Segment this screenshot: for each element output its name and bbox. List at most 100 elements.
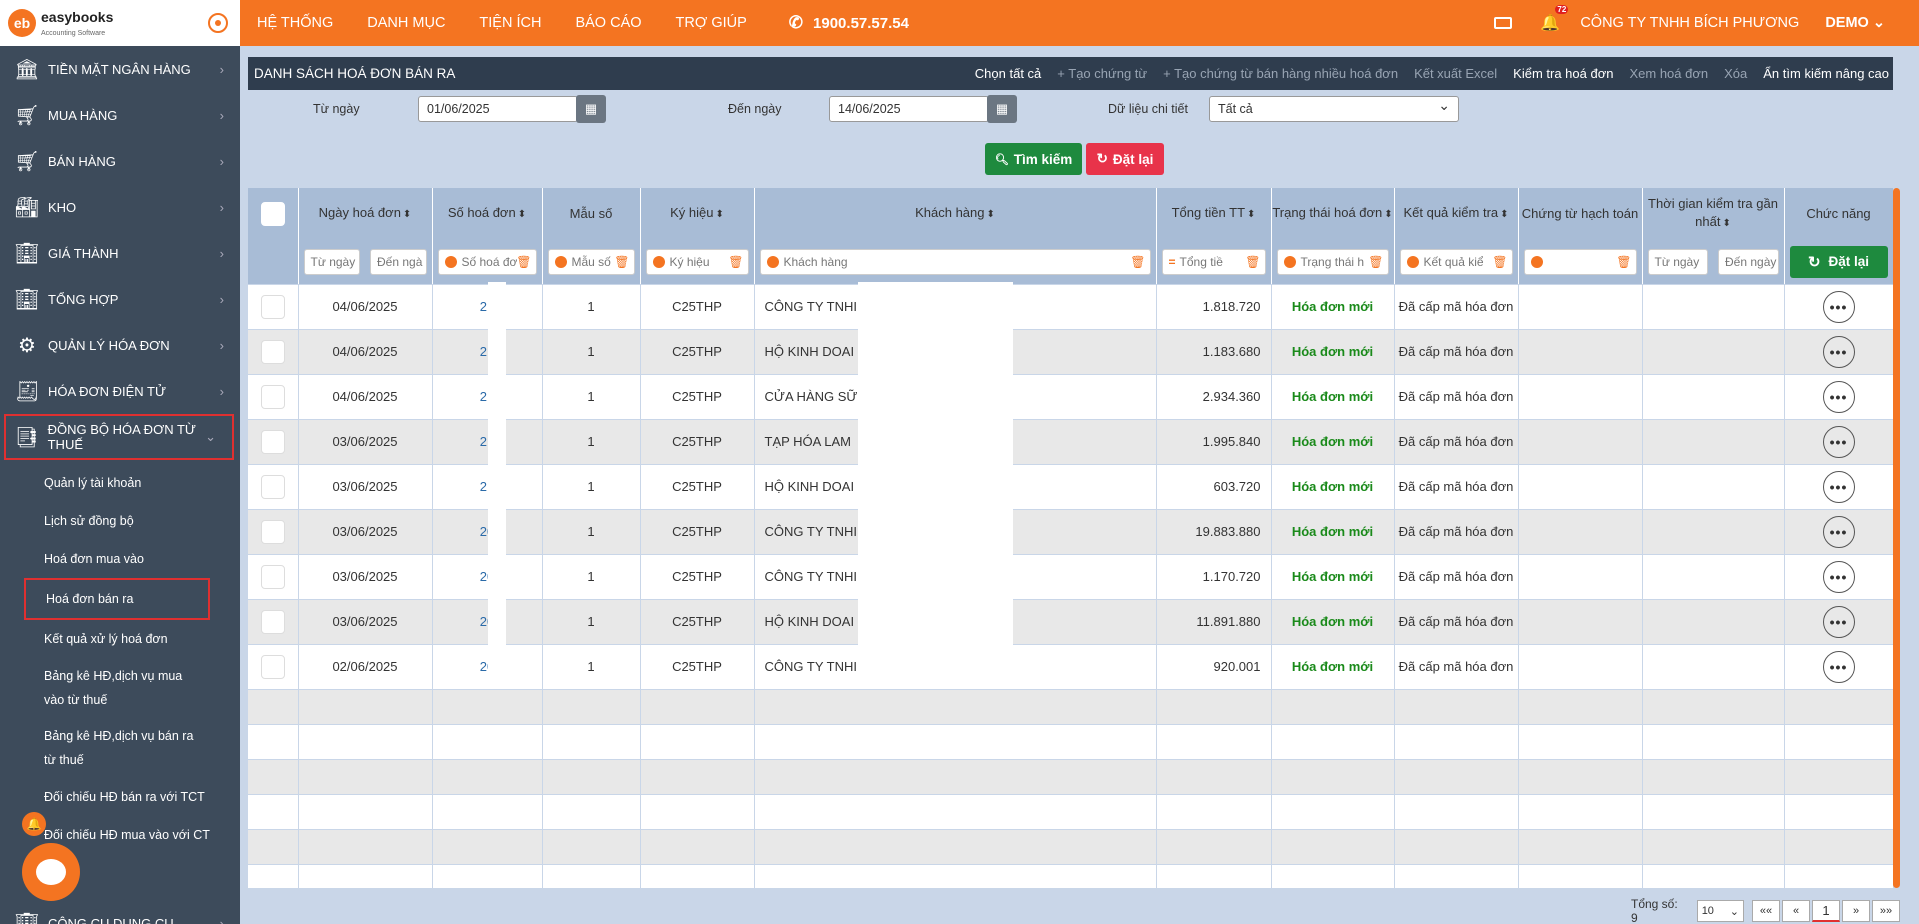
row-checkbox[interactable]	[260, 519, 285, 544]
sidebar-item-7[interactable]: ⚙︎ QUẢN LÝ HÓA ĐƠN ›	[0, 322, 240, 368]
sidebar-item-1[interactable]: 🏛︎ TIỀN MẶT NGÂN HÀNG ›	[0, 46, 240, 92]
column-filter-input[interactable]: Kết quả kiể 🗑︎	[1399, 248, 1513, 275]
trash-icon[interactable]: 🗑︎	[728, 255, 743, 269]
more-options-icon[interactable]: •••	[1822, 470, 1855, 503]
trash-icon[interactable]: 🗑︎	[614, 255, 629, 269]
reset-button[interactable]: ↻ Đặt lại	[1086, 143, 1164, 175]
column-filter-input[interactable]: 🗑︎	[1523, 248, 1637, 275]
column-filter-date[interactable]: Đến ngà	[370, 248, 427, 275]
row-checkbox[interactable]	[260, 429, 285, 454]
cell-invoice-no[interactable]: 20	[432, 644, 543, 690]
submenu-item[interactable]: Đối chiếu HĐ bán ra với TCT	[0, 778, 240, 816]
filter-op-icon[interactable]	[1406, 255, 1419, 268]
to-date-input[interactable]: 14/06/2025	[829, 96, 989, 122]
column-header[interactable]: Thời gian kiểm tra gần nhất ⬍	[1642, 188, 1785, 240]
submenu-item[interactable]: Hoá đơn bán ra	[24, 578, 210, 620]
from-date-input[interactable]: 01/06/2025	[418, 96, 578, 122]
cell-invoice-no[interactable]: 20	[432, 599, 543, 645]
chat-icon[interactable]	[22, 843, 80, 901]
column-filter-input[interactable]: Trạng thái h 🗑︎	[1276, 248, 1389, 275]
calendar-icon[interactable]: ▦	[987, 95, 1017, 123]
select-all-header[interactable]	[248, 188, 299, 240]
sort-icon[interactable]: ⬍	[715, 209, 723, 220]
topnav-item[interactable]: TRỢ GIÚP	[659, 15, 764, 31]
cell-invoice-no[interactable]: 21	[432, 374, 543, 420]
submenu-item[interactable]: Hoá đơn mua vào	[0, 540, 240, 578]
bell-icon[interactable]: 🔔	[22, 812, 46, 836]
column-header[interactable]: Ký hiệu ⬍	[640, 188, 755, 240]
sort-icon[interactable]: ⬍	[518, 209, 526, 220]
sidebar-item-4[interactable]: 🏭︎ KHO ›	[0, 184, 240, 230]
row-checkbox[interactable]	[260, 564, 285, 589]
sort-icon[interactable]: ⬍	[403, 209, 411, 220]
target-icon[interactable]	[208, 13, 228, 33]
column-filter-input[interactable]: Mẫu số 🗑︎	[547, 248, 635, 275]
vertical-scrollbar[interactable]	[1893, 188, 1902, 888]
cell-invoice-no[interactable]: 21	[432, 419, 543, 465]
notification-bell-icon[interactable]: 🔔 72	[1540, 5, 1569, 33]
sidebar-item-9[interactable]: 📑︎ ĐỒNG BỘ HÓA ĐƠN TỪ THUẾ ⌄	[4, 414, 234, 460]
sort-icon[interactable]: ⬍	[1247, 209, 1255, 220]
filter-op-icon[interactable]	[1530, 255, 1543, 268]
more-options-icon[interactable]: •••	[1822, 335, 1855, 368]
filter-op-icon[interactable]	[554, 255, 567, 268]
first-page-button[interactable]: ««	[1752, 900, 1780, 922]
detail-select[interactable]: Tất cả	[1209, 96, 1459, 122]
trash-icon[interactable]: 🗑︎	[1492, 255, 1507, 269]
sidebar-item-tools[interactable]: 🏢︎ CÔNG CỤ DỤNG CỤ ›	[0, 900, 240, 924]
sidebar-item-3[interactable]: 🛒︎ BÁN HÀNG ›	[0, 138, 240, 184]
more-options-icon[interactable]: •••	[1822, 290, 1855, 323]
sidebar-item-6[interactable]: 🏢︎ TỔNG HỢP ›	[0, 276, 240, 322]
current-page[interactable]: 1	[1812, 900, 1840, 922]
column-header[interactable]: Kết quả kiểm tra ⬍	[1394, 188, 1519, 240]
topnav-item[interactable]: TIỆN ÍCH	[462, 15, 558, 31]
filter-op-icon[interactable]	[1283, 255, 1296, 268]
logo[interactable]: eb easybooks Accounting Software	[0, 0, 240, 46]
submenu-item[interactable]: Quản lý tài khoản	[0, 464, 240, 502]
sort-icon[interactable]: ⬍	[1384, 209, 1392, 220]
column-filter-input[interactable]: Số hoá đơ 🗑︎	[437, 248, 537, 275]
user-menu[interactable]: DEMO ⌄	[1825, 15, 1885, 31]
sort-icon[interactable]: ⬍	[1500, 209, 1508, 220]
toolbar-button[interactable]: Kết xuất Excel	[1414, 66, 1497, 81]
sidebar-item-5[interactable]: 🏢︎ GIÁ THÀNH ›	[0, 230, 240, 276]
trash-icon[interactable]: 🗑︎	[516, 255, 531, 269]
next-page-button[interactable]: »	[1842, 900, 1870, 922]
sort-icon[interactable]: ⬍	[987, 209, 995, 220]
more-options-icon[interactable]: •••	[1822, 380, 1855, 413]
column-header[interactable]: Khách hàng ⬍	[754, 188, 1157, 240]
cell-invoice-no[interactable]: 20	[432, 509, 543, 555]
grid-reset-button[interactable]: ↻ Đặt lại	[1789, 245, 1888, 278]
submenu-item[interactable]: Kết quả xử lý hoá đơn	[0, 620, 240, 658]
topnav-item[interactable]: BÁO CÁO	[558, 15, 658, 31]
submenu-item[interactable]: Bảng kê HĐ,dịch vụ bán ra từ thuế	[0, 718, 240, 778]
sidebar-item-2[interactable]: 🛒︎ MUA HÀNG ›	[0, 92, 240, 138]
trash-icon[interactable]: 🗑︎	[1245, 255, 1260, 269]
column-filter-input[interactable]: Khách hàng 🗑︎	[759, 248, 1151, 275]
column-filter-input[interactable]: = Tổng tiề 🗑︎	[1161, 248, 1266, 275]
page-size-select[interactable]: 10 ⌄	[1696, 900, 1744, 922]
toolbar-button[interactable]: + Tạo chứng từ bán hàng nhiều hoá đơn	[1163, 66, 1398, 81]
trash-icon[interactable]: 🗑︎	[1368, 255, 1383, 269]
equals-icon[interactable]: =	[1169, 255, 1176, 269]
more-options-icon[interactable]: •••	[1822, 515, 1855, 548]
column-header[interactable]: Tổng tiền TT ⬍	[1156, 188, 1272, 240]
hotline[interactable]: ✆ 1900.57.57.54	[789, 13, 909, 33]
keyboard-icon[interactable]	[1494, 17, 1513, 29]
more-options-icon[interactable]: •••	[1822, 650, 1855, 683]
cell-invoice-no[interactable]: 21	[432, 464, 543, 510]
company-name[interactable]: CÔNG TY TNHH BÍCH PHƯƠNG	[1580, 15, 1799, 31]
column-filter-date[interactable]: Từ ngày	[1647, 248, 1708, 275]
column-header[interactable]: Số hoá đơn ⬍	[432, 188, 543, 240]
calendar-icon[interactable]: ▦	[576, 95, 606, 123]
toolbar-button[interactable]: Chọn tất cả	[975, 66, 1042, 81]
more-options-icon[interactable]: •••	[1822, 425, 1855, 458]
row-checkbox[interactable]	[260, 654, 285, 679]
cell-invoice-no[interactable]: 21	[432, 329, 543, 375]
row-checkbox[interactable]	[260, 474, 285, 499]
filter-op-icon[interactable]	[444, 255, 457, 268]
toolbar-button[interactable]: Kiểm tra hoá đơn	[1513, 66, 1613, 81]
toolbar-button[interactable]: Ẩn tìm kiếm nâng cao	[1763, 66, 1889, 81]
sidebar-item-8[interactable]: 🧾︎ HÓA ĐƠN ĐIỆN TỬ ›	[0, 368, 240, 414]
search-button[interactable]: 🔍︎ Tìm kiếm	[985, 143, 1082, 175]
